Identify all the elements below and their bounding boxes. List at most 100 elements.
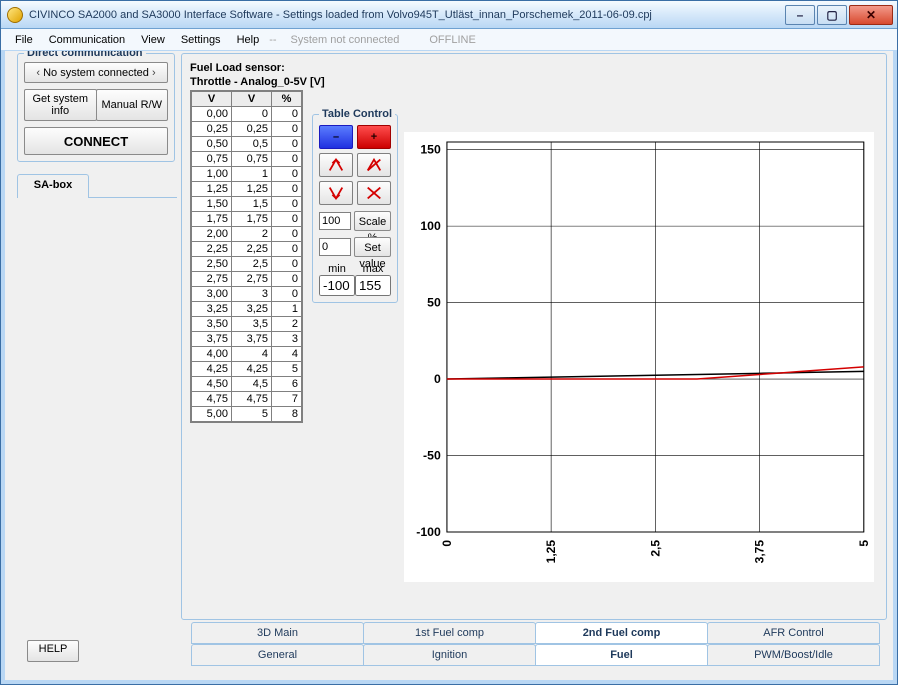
table-row[interactable]: 0,250,250	[192, 122, 302, 137]
scale-input[interactable]	[319, 212, 351, 230]
tab-1st-fuel-comp[interactable]: 1st Fuel comp	[363, 622, 536, 644]
table-cell[interactable]: 0	[272, 122, 302, 137]
table-cell[interactable]: 3,5	[232, 317, 272, 332]
table-cell[interactable]: 3,75	[192, 332, 232, 347]
table-cell[interactable]: 2	[272, 317, 302, 332]
connect-button[interactable]: CONNECT	[24, 127, 168, 155]
table-cell[interactable]: 0	[272, 182, 302, 197]
table-cell[interactable]: 1,25	[192, 182, 232, 197]
table-cell[interactable]: 0	[272, 272, 302, 287]
arrow-up-left-button[interactable]	[319, 153, 353, 177]
table-cell[interactable]: 0	[272, 167, 302, 182]
table-row[interactable]: 2,0020	[192, 227, 302, 242]
table-cell[interactable]: 4	[232, 347, 272, 362]
table-cell[interactable]: 3	[272, 332, 302, 347]
table-cell[interactable]: 2,25	[192, 242, 232, 257]
arrow-up-right-button[interactable]	[357, 153, 391, 177]
table-cell[interactable]: 3,25	[232, 302, 272, 317]
menu-help[interactable]: Help	[229, 32, 268, 48]
table-row[interactable]: 2,252,250	[192, 242, 302, 257]
table-row[interactable]: 3,503,52	[192, 317, 302, 332]
table-cell[interactable]: 0	[272, 107, 302, 122]
table-cell[interactable]: 5	[272, 362, 302, 377]
table-cell[interactable]: 4,25	[232, 362, 272, 377]
tab-3d-main[interactable]: 3D Main	[191, 622, 364, 644]
table-cell[interactable]: 0	[272, 137, 302, 152]
table-row[interactable]: 1,251,250	[192, 182, 302, 197]
table-row[interactable]: 4,254,255	[192, 362, 302, 377]
table-cell[interactable]: 2,25	[232, 242, 272, 257]
table-cell[interactable]: 1,25	[232, 182, 272, 197]
table-row[interactable]: 5,0058	[192, 407, 302, 422]
close-button[interactable]: ✕	[849, 5, 893, 25]
table-cell[interactable]: 0,25	[232, 122, 272, 137]
arrow-down-left-button[interactable]	[319, 181, 353, 205]
menu-view[interactable]: View	[133, 32, 173, 48]
table-cell[interactable]: 1,00	[192, 167, 232, 182]
table-row[interactable]: 4,0044	[192, 347, 302, 362]
table-cell[interactable]: 8	[272, 407, 302, 422]
table-cell[interactable]: 4,25	[192, 362, 232, 377]
maximize-button[interactable]: ▢	[817, 5, 847, 25]
table-cell[interactable]: 1	[232, 167, 272, 182]
table-cell[interactable]: 7	[272, 392, 302, 407]
table-cell[interactable]: 1,50	[192, 197, 232, 212]
set-value-input[interactable]	[319, 238, 351, 256]
scale-button[interactable]: Scale %	[354, 211, 391, 231]
table-cell[interactable]: 4	[272, 347, 302, 362]
table-cell[interactable]: 0	[272, 197, 302, 212]
table-cell[interactable]: 0	[272, 257, 302, 272]
table-cell[interactable]: 2,50	[192, 257, 232, 272]
table-cell[interactable]: 2,00	[192, 227, 232, 242]
manual-rw-button[interactable]: Manual R/W	[96, 89, 169, 121]
table-cell[interactable]: 0	[272, 227, 302, 242]
table-cell[interactable]: 3	[232, 287, 272, 302]
menu-settings[interactable]: Settings	[173, 32, 229, 48]
table-row[interactable]: 0,500,50	[192, 137, 302, 152]
table-row[interactable]: 1,0010	[192, 167, 302, 182]
table-cell[interactable]: 1,5	[232, 197, 272, 212]
menu-communication[interactable]: Communication	[41, 32, 133, 48]
max-input[interactable]	[355, 275, 391, 296]
table-row[interactable]: 3,0030	[192, 287, 302, 302]
tab-general[interactable]: General	[191, 644, 364, 666]
table-cell[interactable]: 0,00	[192, 107, 232, 122]
decrement-button[interactable]: –	[319, 125, 353, 149]
table-row[interactable]: 4,504,56	[192, 377, 302, 392]
tab-ignition[interactable]: Ignition	[363, 644, 536, 666]
table-cell[interactable]: 3,50	[192, 317, 232, 332]
table-cell[interactable]: 2	[232, 227, 272, 242]
table-row[interactable]: 1,751,750	[192, 212, 302, 227]
table-cell[interactable]: 2,75	[192, 272, 232, 287]
table-cell[interactable]: 0	[232, 107, 272, 122]
table-cell[interactable]: 0,50	[192, 137, 232, 152]
system-dropdown[interactable]: No system connected	[24, 62, 168, 83]
table-cell[interactable]: 4,75	[232, 392, 272, 407]
table-cell[interactable]: 2,5	[232, 257, 272, 272]
tab-afr-control[interactable]: AFR Control	[707, 622, 880, 644]
table-row[interactable]: 0,750,750	[192, 152, 302, 167]
increment-button[interactable]: +	[357, 125, 391, 149]
menu-file[interactable]: File	[7, 32, 41, 48]
table-cell[interactable]: 2,75	[232, 272, 272, 287]
table-cell[interactable]: 0,25	[192, 122, 232, 137]
tab-2nd-fuel-comp[interactable]: 2nd Fuel comp	[535, 622, 708, 644]
arrow-down-right-button[interactable]	[357, 181, 391, 205]
help-button[interactable]: HELP	[27, 640, 79, 662]
table-row[interactable]: 4,754,757	[192, 392, 302, 407]
table-row[interactable]: 3,253,251	[192, 302, 302, 317]
table-cell[interactable]: 4,75	[192, 392, 232, 407]
table-cell[interactable]: 4,00	[192, 347, 232, 362]
table-cell[interactable]: 3,00	[192, 287, 232, 302]
table-cell[interactable]: 0,75	[192, 152, 232, 167]
table-row[interactable]: 1,501,50	[192, 197, 302, 212]
table-cell[interactable]: 3,25	[192, 302, 232, 317]
sa-box-tab[interactable]: SA-box	[17, 174, 89, 198]
tab-fuel[interactable]: Fuel	[535, 644, 708, 666]
table-cell[interactable]: 0	[272, 152, 302, 167]
table-cell[interactable]: 4,5	[232, 377, 272, 392]
table-row[interactable]: 2,502,50	[192, 257, 302, 272]
table-cell[interactable]: 0,75	[232, 152, 272, 167]
table-cell[interactable]: 0	[272, 212, 302, 227]
get-system-info-button[interactable]: Get system info	[24, 89, 97, 121]
